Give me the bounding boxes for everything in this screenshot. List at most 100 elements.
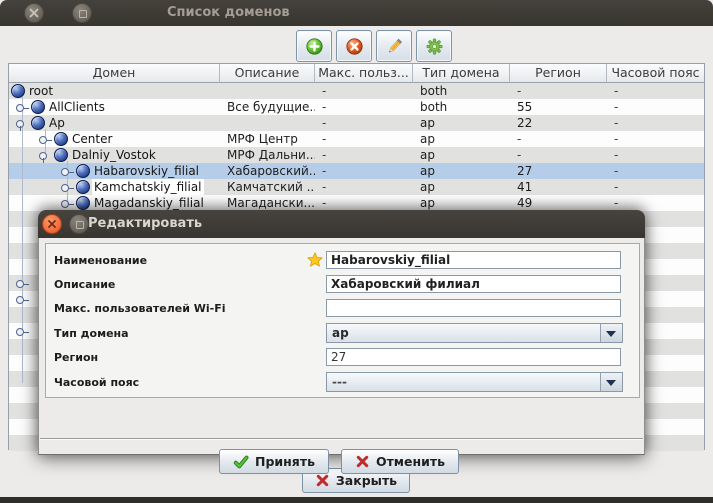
max-users-cell: -	[315, 99, 413, 115]
tree-expand-handle[interactable]	[15, 324, 29, 338]
table-row[interactable]: Center МРФ Центр - ap - -	[9, 131, 704, 147]
window-titlebar: Список доменов	[0, 0, 713, 26]
column-header-domain-type[interactable]: Тип домена	[413, 64, 510, 83]
description-cell: Хабаровский...	[220, 163, 315, 179]
dialog-close-button[interactable]	[42, 214, 62, 234]
domain-globe-icon	[31, 100, 45, 114]
domain-label: Ap	[47, 115, 67, 131]
region-label: Регион	[54, 351, 98, 364]
region-cell: 49	[510, 195, 607, 211]
region-cell: 22	[510, 115, 607, 131]
name-input[interactable]	[326, 251, 621, 269]
edit-dialog: Редактировать Наименование Описание Макс…	[38, 210, 645, 455]
tree-expand-handle[interactable]	[60, 164, 74, 178]
name-label: Наименование	[54, 254, 147, 267]
timezone-cell: -	[607, 179, 704, 195]
domain-globe-icon	[76, 180, 90, 194]
table-row[interactable]: Dalniy_Vostok МРФ Дальни... - ap - -	[9, 147, 704, 163]
domain-type-combobox[interactable]: ap	[326, 323, 623, 343]
description-cell	[220, 83, 315, 99]
delete-domain-button[interactable]	[336, 30, 372, 62]
domain-globe-icon	[76, 196, 90, 210]
table-row-selected[interactable]: Habarovskiy_filial Хабаровский... - ap 2…	[9, 163, 704, 179]
column-header-domain[interactable]: Домен	[9, 64, 220, 83]
timezone-cell: -	[607, 131, 704, 147]
region-cell: -	[510, 83, 607, 99]
tree-cell: Habarovskiy_filial	[9, 163, 220, 179]
plus-circle-icon	[306, 38, 323, 55]
domain-type-selected-value: ap	[332, 326, 349, 340]
timezone-combobox[interactable]: ---	[326, 372, 623, 392]
edit-domain-button[interactable]	[376, 30, 412, 62]
max-wifi-users-input[interactable]	[326, 299, 621, 317]
add-domain-button[interactable]	[296, 30, 332, 62]
column-header-max-users[interactable]: Макс. польз...	[315, 64, 413, 83]
description-cell: МРФ Дальни...	[220, 147, 315, 163]
table-row[interactable]: AllClients Все будущие... - both 55 -	[9, 99, 704, 115]
field-row-region: Регион	[46, 348, 639, 366]
table-row[interactable]: Magadanskiy_filial Магадански... - ap 49…	[9, 195, 704, 211]
region-input[interactable]	[326, 348, 621, 366]
tree-guide-line	[22, 97, 23, 383]
tree-cell: AllClients	[9, 99, 220, 115]
tree-expand-handle[interactable]	[15, 292, 29, 306]
dialog-body: Наименование Описание Макс. пользователе…	[38, 238, 645, 455]
domain-type-label: Тип домена	[54, 327, 129, 340]
dialog-maximize-button[interactable]	[69, 214, 89, 234]
domain-globe-icon	[11, 84, 25, 98]
pencil-icon	[386, 38, 403, 55]
field-row-description: Описание	[46, 275, 639, 293]
max-users-cell: -	[315, 195, 413, 211]
chevron-down-icon[interactable]	[600, 324, 622, 342]
table-row[interactable]: Ap - ap 22 -	[9, 115, 704, 131]
cancel-button[interactable]: Отменить	[341, 449, 459, 474]
field-row-domain-type: Тип домена ap	[46, 323, 639, 343]
tree-collapse-handle[interactable]	[15, 116, 29, 130]
settings-button[interactable]	[416, 30, 452, 62]
description-cell: МРФ Центр	[220, 131, 315, 147]
description-cell: Магадански...	[220, 195, 315, 211]
domain-type-cell: ap	[413, 163, 510, 179]
region-cell: 55	[510, 99, 607, 115]
description-input[interactable]	[326, 275, 621, 293]
column-header-description[interactable]: Описание	[220, 64, 315, 83]
domain-globe-icon	[54, 148, 68, 162]
description-cell	[220, 115, 315, 131]
region-cell: -	[510, 131, 607, 147]
tree-cell: Ap	[9, 115, 220, 131]
timezone-cell: -	[607, 163, 704, 179]
accept-button-label: Принять	[255, 454, 315, 469]
domain-type-cell: both	[413, 99, 510, 115]
tree-cell: Kamchatskiy_filial	[9, 179, 220, 195]
tree-expand-handle[interactable]	[38, 132, 52, 146]
region-cell: -	[510, 147, 607, 163]
cross-icon	[355, 454, 370, 469]
tree-expand-handle[interactable]	[15, 100, 29, 114]
tree-collapse-handle[interactable]	[38, 148, 52, 162]
column-header-region[interactable]: Регион	[510, 64, 607, 83]
tree-expand-handle[interactable]	[15, 276, 29, 290]
tree-expand-handle[interactable]	[60, 196, 74, 210]
close-icon	[46, 218, 58, 230]
table-row[interactable]: Kamchatskiy_filial Камчатский ... - ap 4…	[9, 179, 704, 195]
tree-cell: root	[9, 83, 220, 99]
timezone-label: Часовой пояс	[54, 376, 139, 389]
tree-expand-handle[interactable]	[60, 180, 74, 194]
domain-label: Dalniy_Vostok	[70, 147, 158, 163]
accept-button[interactable]: Принять	[219, 449, 329, 474]
timezone-cell: -	[607, 115, 704, 131]
table-row[interactable]: root - both - -	[9, 83, 704, 99]
chevron-down-icon[interactable]	[600, 373, 622, 391]
domain-type-cell: ap	[413, 147, 510, 163]
cancel-button-label: Отменить	[376, 454, 445, 469]
max-users-cell: -	[315, 179, 413, 195]
window-close-button[interactable]	[24, 3, 44, 23]
window-maximize-button[interactable]	[72, 3, 92, 23]
timezone-cell: -	[607, 195, 704, 211]
window-title: Список доменов	[167, 5, 290, 20]
close-icon	[28, 7, 40, 19]
max-users-cell: -	[315, 163, 413, 179]
column-header-timezone[interactable]: Часовой пояс	[607, 64, 704, 83]
max-wifi-users-label: Макс. пользователей Wi-Fi	[54, 302, 226, 315]
timezone-cell: -	[607, 99, 704, 115]
